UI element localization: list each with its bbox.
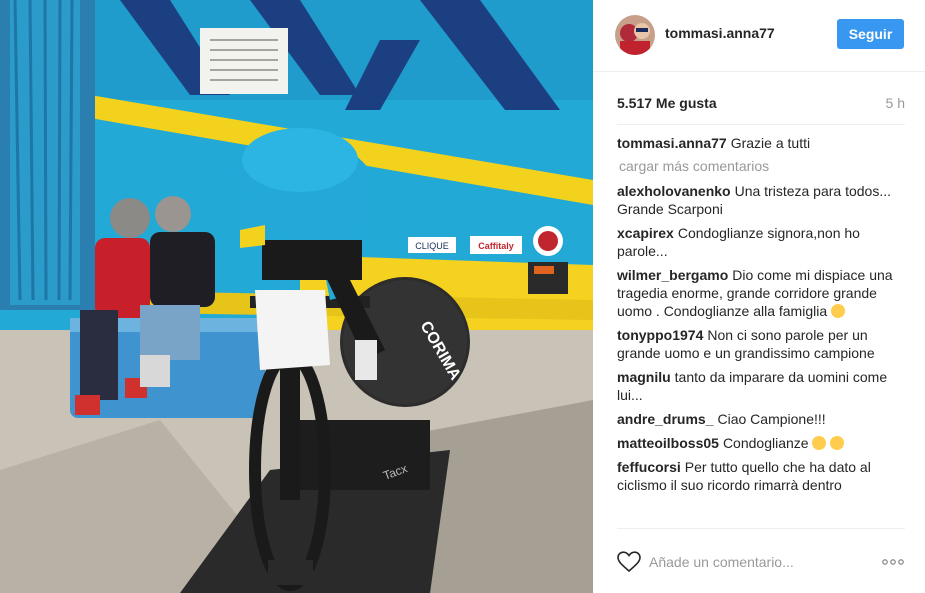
caption-text: Grazie a tutti bbox=[730, 135, 811, 151]
comment-item: andre_drums_ Ciao Campione!!! bbox=[617, 410, 905, 428]
comment-author[interactable]: tonyppo1974 bbox=[617, 327, 703, 343]
post-header: tommasi.anna77 Seguir bbox=[593, 0, 925, 72]
comment-author[interactable]: xcapirex bbox=[617, 225, 674, 241]
more-options-icon[interactable] bbox=[881, 553, 905, 571]
comment-text: Condoglianze bbox=[722, 435, 809, 451]
clique-sign-text: CLIQUE bbox=[415, 241, 449, 251]
crying-face-icon bbox=[831, 304, 846, 318]
add-comment-bar bbox=[617, 528, 905, 593]
post-username[interactable]: tommasi.anna77 bbox=[665, 25, 775, 41]
avatar-image bbox=[615, 15, 655, 55]
comment-item: matteoilboss05 Condoglianze bbox=[617, 434, 905, 452]
crying-face-icon bbox=[812, 436, 827, 450]
comment-author[interactable]: alexholovanenko bbox=[617, 183, 731, 199]
comment-text: Ciao Campione!!! bbox=[717, 411, 826, 427]
post-photo[interactable]: CLIQUE Caffitaly CORIMA Tacx bbox=[0, 0, 593, 593]
comment-item: feffucorsi Per tutto quello che ha dato a… bbox=[617, 458, 905, 494]
comment-item: alexholovanenko Una tristeza para todos..… bbox=[617, 182, 905, 218]
avatar[interactable] bbox=[615, 15, 655, 55]
comment-author[interactable]: andre_drums_ bbox=[617, 411, 713, 427]
comment-item: xcapirex Condoglianze signora,non ho paro… bbox=[617, 224, 905, 260]
comment-author[interactable]: magnilu bbox=[617, 369, 671, 385]
comment-item: wilmer_bergamo Dio come mi dispiace una t… bbox=[617, 266, 905, 320]
comment-author[interactable]: feffucorsi bbox=[617, 459, 681, 475]
comment-item: magnilu tanto da imparare da uomini come … bbox=[617, 368, 905, 404]
caption-author[interactable]: tommasi.anna77 bbox=[617, 135, 727, 151]
load-more-comments-link[interactable]: cargar más comentarios bbox=[619, 158, 905, 174]
comments-list[interactable]: tommasi.anna77 Grazie a tutti cargar más … bbox=[617, 124, 905, 529]
cyclist-photo: CLIQUE Caffitaly CORIMA Tacx bbox=[0, 0, 593, 593]
caffitaly-sign-text: Caffitaly bbox=[478, 241, 514, 251]
post-stats: 5.517 Me gusta 5 h bbox=[617, 95, 905, 115]
loudly-crying-face-icon bbox=[830, 436, 845, 450]
post-sidebar: tommasi.anna77 Seguir 5.517 Me gusta 5 h… bbox=[593, 0, 925, 593]
follow-button[interactable]: Seguir bbox=[837, 19, 904, 49]
caption: tommasi.anna77 Grazie a tutti bbox=[617, 134, 905, 152]
comment-author[interactable]: matteoilboss05 bbox=[617, 435, 719, 451]
comment-item: tonyppo1974 Non ci sono parole per un gra… bbox=[617, 326, 905, 362]
comment-author[interactable]: wilmer_bergamo bbox=[617, 267, 728, 283]
likes-count[interactable]: 5.517 Me gusta bbox=[617, 95, 717, 111]
add-comment-input[interactable] bbox=[649, 551, 869, 573]
instagram-post: CLIQUE Caffitaly CORIMA Tacx tommasi.ann… bbox=[0, 0, 925, 593]
post-time[interactable]: 5 h bbox=[886, 95, 905, 111]
heart-icon[interactable] bbox=[617, 551, 641, 573]
